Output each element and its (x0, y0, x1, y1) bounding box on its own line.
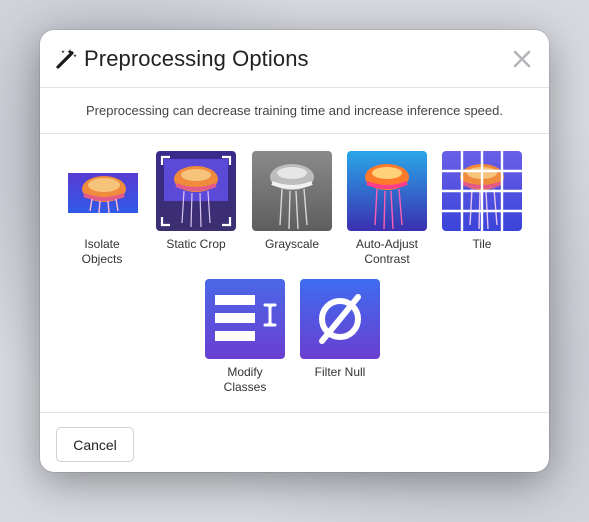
option-label-line1: Tile (472, 237, 492, 251)
option-label: Isolate Objects (57, 237, 147, 267)
option-label-line2: Contrast (364, 252, 410, 266)
option-label-line1: Grayscale (264, 237, 320, 251)
modify-classes-icon (205, 279, 285, 359)
dialog-description: Preprocessing can decrease training time… (40, 88, 549, 134)
preprocessing-options-grid: Isolate Objects Static Crop Grayscale Au… (40, 134, 549, 412)
option-filter-null[interactable]: Filter Null (295, 279, 385, 380)
option-label-line1: Auto-Adjust (355, 237, 419, 251)
filter-null-icon (300, 279, 380, 359)
tile-thumbnail (442, 151, 522, 231)
option-modify-classes[interactable]: Modify Classes (200, 279, 290, 395)
close-icon (512, 49, 532, 69)
option-static-crop[interactable]: Static Crop (151, 151, 241, 252)
preprocessing-dialog: Preprocessing Options Preprocessing can … (40, 30, 549, 472)
option-grayscale[interactable]: Grayscale (247, 151, 337, 252)
dialog-footer: Cancel (40, 412, 549, 472)
dialog-title: Preprocessing Options (84, 45, 309, 71)
isolate-objects-thumbnail (62, 151, 142, 231)
option-label: Tile (437, 237, 527, 252)
option-label-line1: Static Crop (166, 237, 226, 251)
magic-wand-icon (54, 47, 78, 71)
static-crop-thumbnail (156, 151, 236, 231)
option-tile[interactable]: Tile (437, 151, 527, 252)
option-label-line1: Isolate (84, 237, 120, 251)
auto-contrast-thumbnail (347, 151, 427, 231)
option-auto-adjust-contrast[interactable]: Auto-Adjust Contrast (342, 151, 432, 267)
grayscale-thumbnail (252, 151, 332, 231)
option-label: Filter Null (295, 365, 385, 380)
option-label: Auto-Adjust Contrast (342, 237, 432, 267)
option-label-line2: Objects (81, 252, 123, 266)
option-isolate-objects[interactable]: Isolate Objects (57, 151, 147, 267)
option-label: Grayscale (247, 237, 337, 252)
cancel-button[interactable]: Cancel (56, 427, 134, 462)
option-label-line2: Classes (223, 380, 267, 394)
option-label: Static Crop (151, 237, 241, 252)
dialog-header: Preprocessing Options (40, 30, 549, 88)
option-label-line1: Filter Null (314, 365, 366, 379)
close-button[interactable] (509, 46, 535, 72)
option-label-line1: Modify (227, 365, 263, 379)
option-label: Modify Classes (200, 365, 290, 395)
